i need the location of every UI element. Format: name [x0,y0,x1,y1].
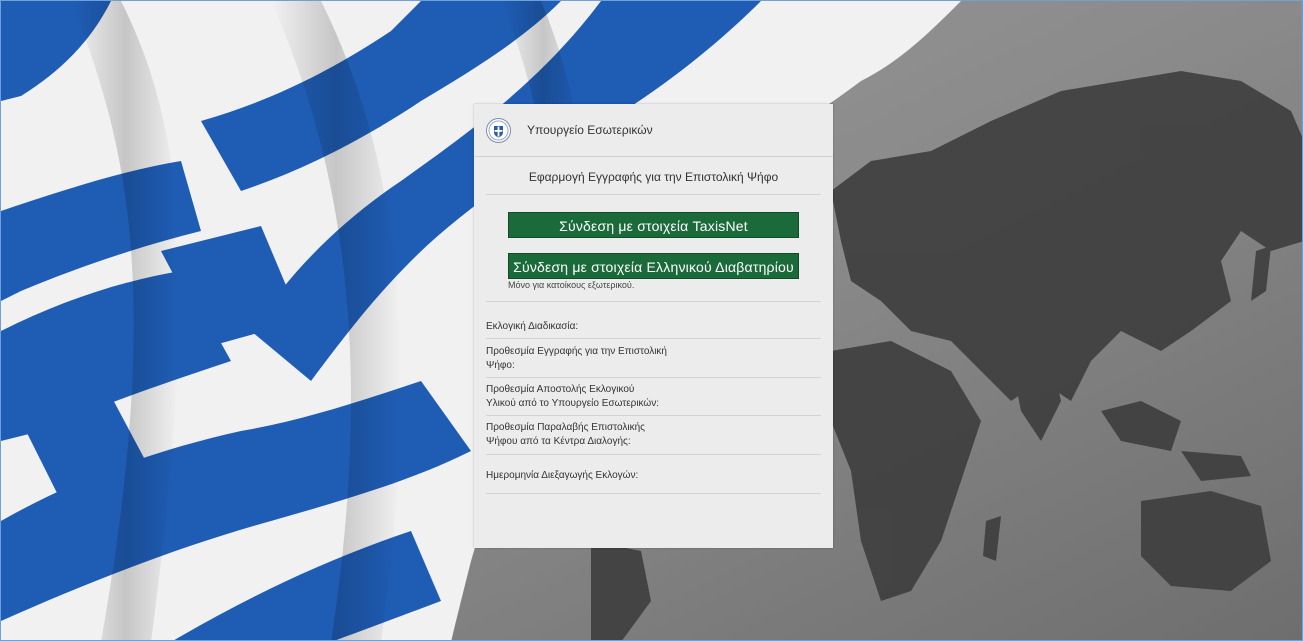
passport-login-note: Μόνο για κατοίκους εξωτερικού. [508,280,635,290]
panel-header: Υπουργείο Εσωτερικών [474,104,833,157]
taxisnet-login-button[interactable]: Σύνδεση με στοιχεία TaxisNet [508,212,799,238]
material-dispatch-deadline-row: Προθεσμία Αποστολής Εκλογικού Υλικού από… [486,378,821,416]
vote-receipt-deadline-row: Προθεσμία Παραλαβής Επιστολικής Ψήφου απ… [486,416,821,455]
election-process-row: Εκλογική Διαδικασία: [486,302,821,339]
greek-coat-of-arms-icon [486,118,511,143]
ministry-name: Υπουργείο Εσωτερικών [527,123,653,137]
registration-deadline-label: Προθεσμία Εγγραφής για την Επιστολική Ψή… [486,346,667,371]
election-date-label: Ημερομηνία Διεξαγωγής Εκλογών: [486,470,639,481]
election-date-row: Ημερομηνία Διεξαγωγής Εκλογών: [486,455,821,494]
registration-deadline-row: Προθεσμία Εγγραφής για την Επιστολική Ψή… [486,339,821,378]
login-panel: Υπουργείο Εσωτερικών Εφαρμογή Εγγραφής γ… [474,104,833,548]
application-title: Εφαρμογή Εγγραφής για την Επιστολική Ψήφ… [528,170,779,184]
material-dispatch-deadline-label: Προθεσμία Αποστολής Εκλογικού Υλικού από… [486,384,660,409]
app-window: Υπουργείο Εσωτερικών Εφαρμογή Εγγραφής γ… [0,0,1303,641]
passport-login-button[interactable]: Σύνδεση με στοιχεία Ελληνικού Διαβατηρίο… [508,253,799,279]
divider [486,194,821,195]
election-process-label: Εκλογική Διαδικασία: [486,321,579,332]
vote-receipt-deadline-label: Προθεσμία Παραλαβής Επιστολικής Ψήφου απ… [486,422,645,447]
